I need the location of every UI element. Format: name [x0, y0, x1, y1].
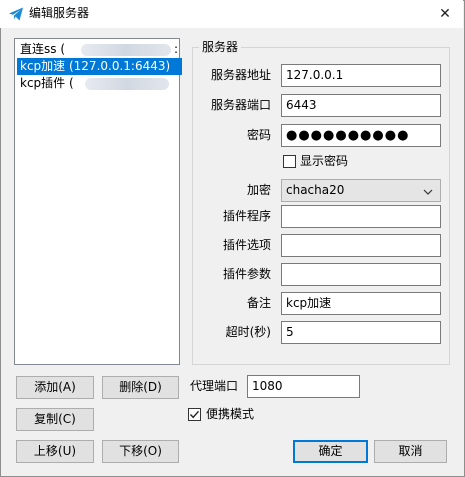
- delete-button[interactable]: 删除(D): [102, 376, 179, 399]
- list-item-label: 直连ss (: [20, 42, 66, 56]
- list-item[interactable]: kcp加速 (127.0.0.1:6443): [17, 58, 182, 75]
- list-item[interactable]: kcp插件 (: [17, 75, 182, 92]
- address-label: 服务器地址: [210, 68, 271, 82]
- portable-mode-label: 便携模式: [206, 407, 255, 421]
- move-up-button[interactable]: 上移(U): [16, 440, 94, 463]
- encryption-value: chacha20: [286, 183, 345, 197]
- plugin-args-input[interactable]: [281, 263, 441, 286]
- paper-plane-icon: [8, 6, 24, 22]
- redacted-text: [81, 44, 171, 56]
- password-input[interactable]: ●●●●●●●●●●: [281, 124, 441, 147]
- remark-input[interactable]: kcp加速: [281, 292, 441, 315]
- remark-label: 备注: [246, 296, 271, 310]
- portable-mode-checkbox[interactable]: [188, 408, 201, 421]
- show-password-label: 显示密码: [300, 154, 349, 168]
- move-down-button[interactable]: 下移(O): [102, 440, 179, 463]
- server-group-title: 服务器: [199, 39, 242, 55]
- port-label: 服务器端口: [210, 98, 271, 112]
- add-button[interactable]: 添加(A): [16, 376, 94, 399]
- timeout-label: 超时(秒): [225, 325, 271, 339]
- plugin-options-label: 插件选项: [222, 238, 271, 252]
- plugin-program-input[interactable]: [281, 205, 441, 228]
- checkmark-icon: [189, 410, 200, 419]
- encryption-select[interactable]: chacha20: [281, 179, 441, 202]
- list-item-label: kcp插件 (: [20, 76, 74, 90]
- port-input[interactable]: 6443: [281, 94, 441, 117]
- plugin-program-label: 插件程序: [222, 209, 271, 223]
- show-password-checkbox[interactable]: [283, 155, 296, 168]
- list-item-suffix: :: [174, 42, 179, 56]
- close-icon: ✕: [439, 6, 451, 22]
- list-item[interactable]: 直连ss ( :: [17, 41, 182, 58]
- list-item-label: kcp加速 (127.0.0.1:6443): [20, 59, 171, 73]
- proxy-port-input[interactable]: 1080: [247, 375, 360, 398]
- window-title: 编辑服务器: [29, 6, 90, 20]
- ok-button[interactable]: 确定: [293, 440, 368, 463]
- chevron-down-icon: [422, 184, 434, 196]
- close-button[interactable]: ✕: [427, 0, 463, 28]
- redacted-text: [85, 78, 169, 90]
- plugin-args-label: 插件参数: [222, 267, 271, 281]
- timeout-input[interactable]: 5: [281, 321, 441, 344]
- server-list[interactable]: 直连ss ( : kcp加速 (127.0.0.1:6443) kcp插件 (: [14, 38, 182, 365]
- cancel-button[interactable]: 取消: [374, 440, 447, 463]
- password-label: 密码: [246, 128, 271, 142]
- copy-button[interactable]: 复制(C): [16, 408, 94, 431]
- encryption-label: 加密: [246, 183, 271, 197]
- address-input[interactable]: 127.0.0.1: [281, 64, 441, 87]
- plugin-options-input[interactable]: [281, 234, 441, 257]
- proxy-port-label: 代理端口: [190, 379, 239, 393]
